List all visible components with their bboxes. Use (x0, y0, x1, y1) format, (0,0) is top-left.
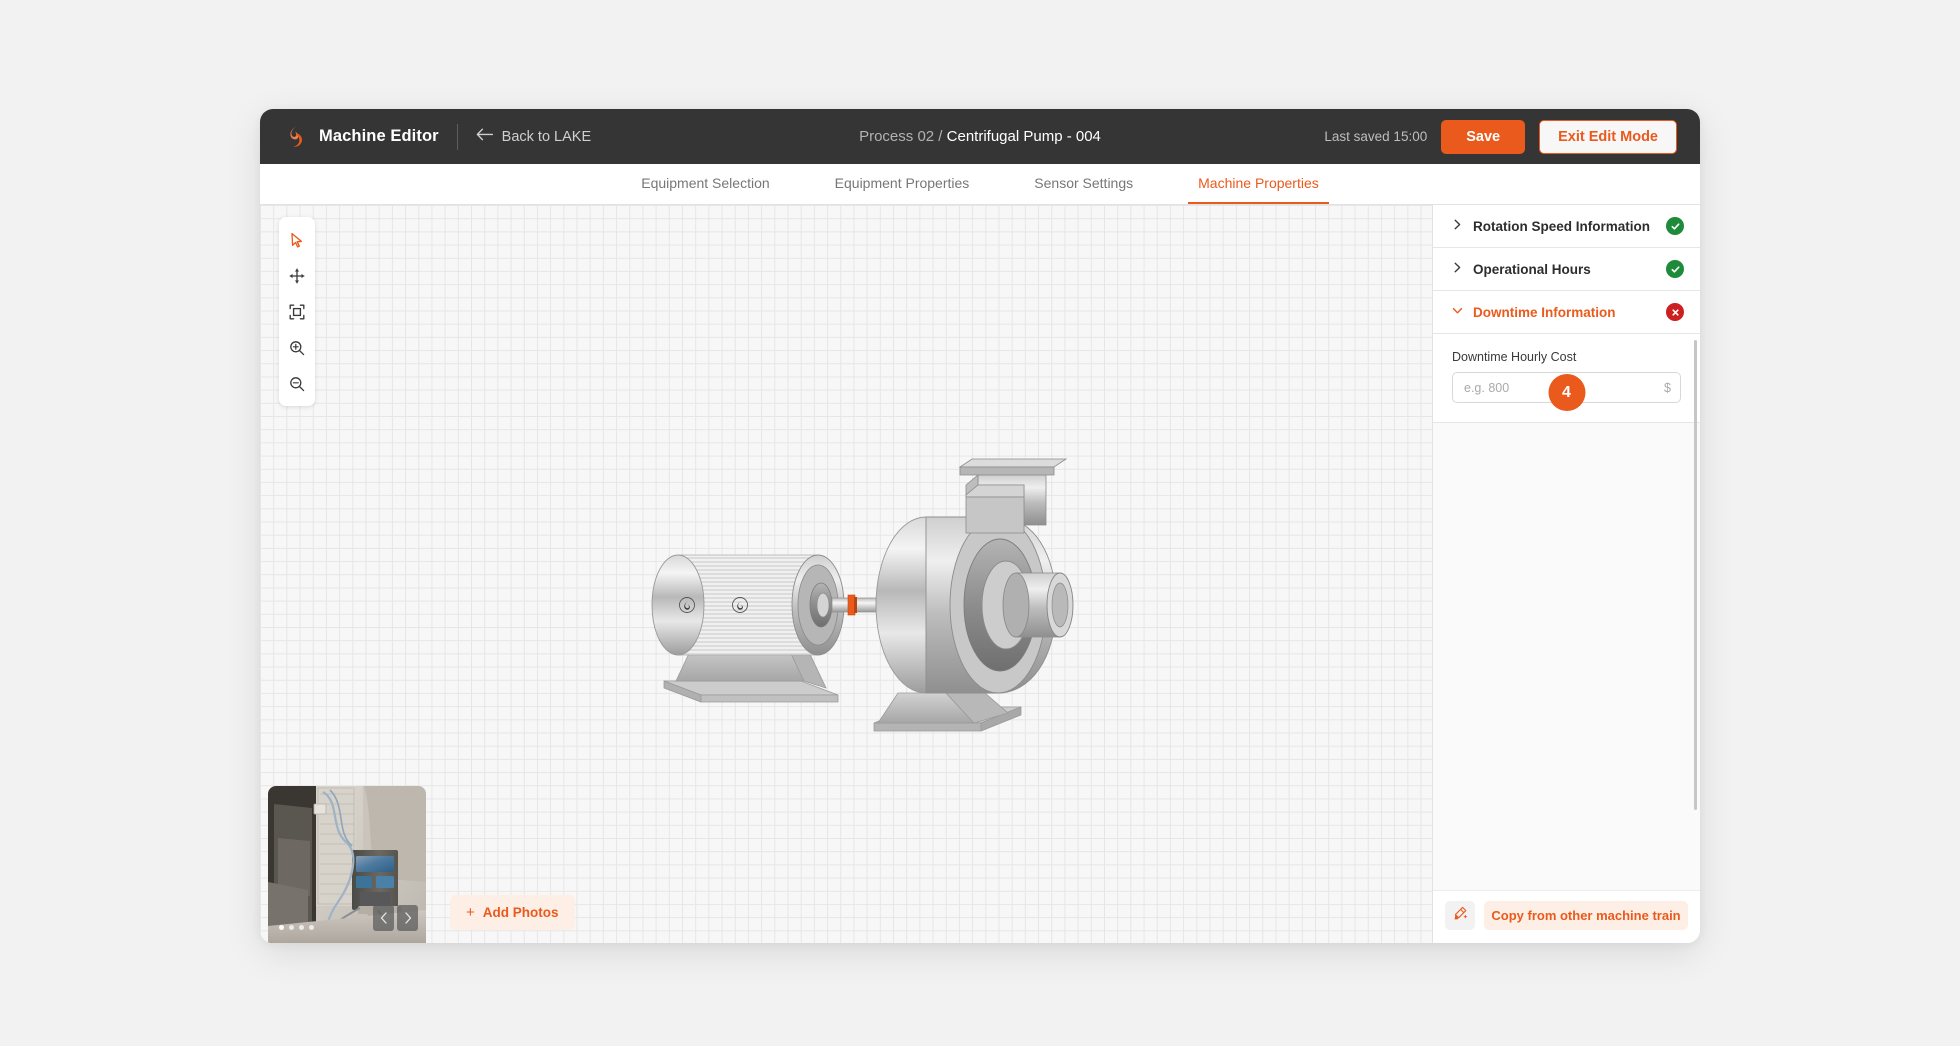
cursor-arrow-icon (289, 232, 305, 248)
add-photos-button[interactable]: + Add Photos (450, 895, 575, 930)
chevron-left-icon (380, 912, 388, 924)
machine-canvas[interactable]: + Add Photos (260, 205, 1432, 943)
check-circle-icon (1666, 217, 1684, 235)
chevron-down-icon (1452, 303, 1463, 321)
magic-wand-button[interactable] (1445, 901, 1475, 930)
magnifier-minus-icon (289, 376, 305, 392)
tab-label: Equipment Properties (834, 175, 970, 191)
fit-frame-icon (289, 304, 305, 320)
chevron-right-icon (404, 912, 412, 924)
app-title: Machine Editor (319, 127, 439, 145)
tab-label: Equipment Selection (641, 175, 770, 191)
exit-edit-mode-button[interactable]: Exit Edit Mode (1539, 119, 1677, 154)
chevron-right-icon (1452, 260, 1463, 278)
header-actions: Last saved 15:00 Save Exit Edit Mode (1324, 119, 1677, 154)
back-to-lake-label: Back to LAKE (501, 128, 592, 145)
accordion-title: Operational Hours (1473, 261, 1591, 277)
tab-label: Sensor Settings (1034, 175, 1134, 191)
accordion-title: Rotation Speed Information (1473, 218, 1650, 234)
machine-properties-panel: Rotation Speed Information Operational H… (1432, 205, 1700, 943)
canvas-tool-palette (279, 217, 315, 406)
panel-footer: Copy from other machine train (1433, 890, 1700, 943)
chevron-right-icon (1452, 217, 1463, 235)
editor-body: + Add Photos Rotation Speed Information (260, 205, 1700, 943)
x-circle-icon (1666, 303, 1684, 321)
last-saved-status: Last saved 15:00 (1324, 129, 1428, 144)
tab-equipment-selection[interactable]: Equipment Selection (631, 164, 779, 204)
centrifugal-pump-motor-assembly-illustration[interactable] (626, 455, 1076, 765)
save-button[interactable]: Save (1441, 119, 1526, 154)
pan-tool[interactable] (280, 258, 314, 293)
photo-carousel-nav (373, 905, 418, 931)
carousel-dot[interactable] (289, 925, 294, 930)
accordion-operational-hours[interactable]: Operational Hours (1433, 248, 1700, 291)
carousel-prev-button[interactable] (373, 905, 394, 931)
carousel-next-button[interactable] (397, 905, 418, 931)
downtime-hourly-cost-label: Downtime Hourly Cost (1452, 350, 1577, 364)
tab-label: Machine Properties (1198, 175, 1319, 191)
tab-bar: Equipment Selection Equipment Properties… (260, 164, 1700, 205)
carousel-dot[interactable] (309, 925, 314, 930)
app-header: Machine Editor Back to LAKE Process 02 /… (260, 109, 1700, 164)
select-cursor-tool[interactable] (280, 222, 314, 257)
header-divider (456, 123, 458, 150)
check-circle-icon (1666, 260, 1684, 278)
accordion-rotation-speed-information[interactable]: Rotation Speed Information (1433, 205, 1700, 248)
panel-scroll-area[interactable]: Rotation Speed Information Operational H… (1433, 205, 1700, 890)
photo-carousel-dots (279, 925, 314, 930)
breadcrumb-parent: Process 02 / (859, 128, 943, 145)
flame-logo-icon (282, 124, 308, 150)
zoom-in-tool[interactable] (280, 330, 314, 365)
accordion-title: Downtime Information (1473, 304, 1616, 320)
move-arrows-icon (289, 268, 305, 284)
tab-machine-properties[interactable]: Machine Properties (1188, 164, 1329, 204)
magnifier-plus-icon (289, 340, 305, 356)
carousel-dot[interactable] (299, 925, 304, 930)
site-photo-thumbnail[interactable] (268, 786, 426, 943)
arrow-left-icon (476, 128, 493, 145)
tab-equipment-properties[interactable]: Equipment Properties (825, 164, 980, 204)
carousel-dot[interactable] (279, 925, 284, 930)
step-number-badge: 4 (1548, 374, 1585, 411)
tab-sensor-settings[interactable]: Sensor Settings (1024, 164, 1143, 204)
accordion-downtime-information[interactable]: Downtime Information (1433, 291, 1700, 334)
fit-to-screen-tool[interactable] (280, 294, 314, 329)
breadcrumb-current: Centrifugal Pump - 004 (946, 128, 1101, 145)
machine-editor-window: Machine Editor Back to LAKE Process 02 /… (260, 109, 1700, 943)
add-photos-label: Add Photos (482, 905, 559, 920)
back-to-lake-link[interactable]: Back to LAKE (476, 128, 591, 145)
photo-strip: + Add Photos (268, 786, 575, 943)
plus-icon: + (466, 904, 475, 921)
magic-wand-icon (1453, 906, 1468, 926)
brand-group: Machine Editor (282, 124, 439, 150)
copy-from-other-machine-train-button[interactable]: Copy from other machine train (1484, 901, 1688, 930)
panel-scrollbar[interactable] (1693, 340, 1697, 810)
zoom-out-tool[interactable] (280, 366, 314, 401)
